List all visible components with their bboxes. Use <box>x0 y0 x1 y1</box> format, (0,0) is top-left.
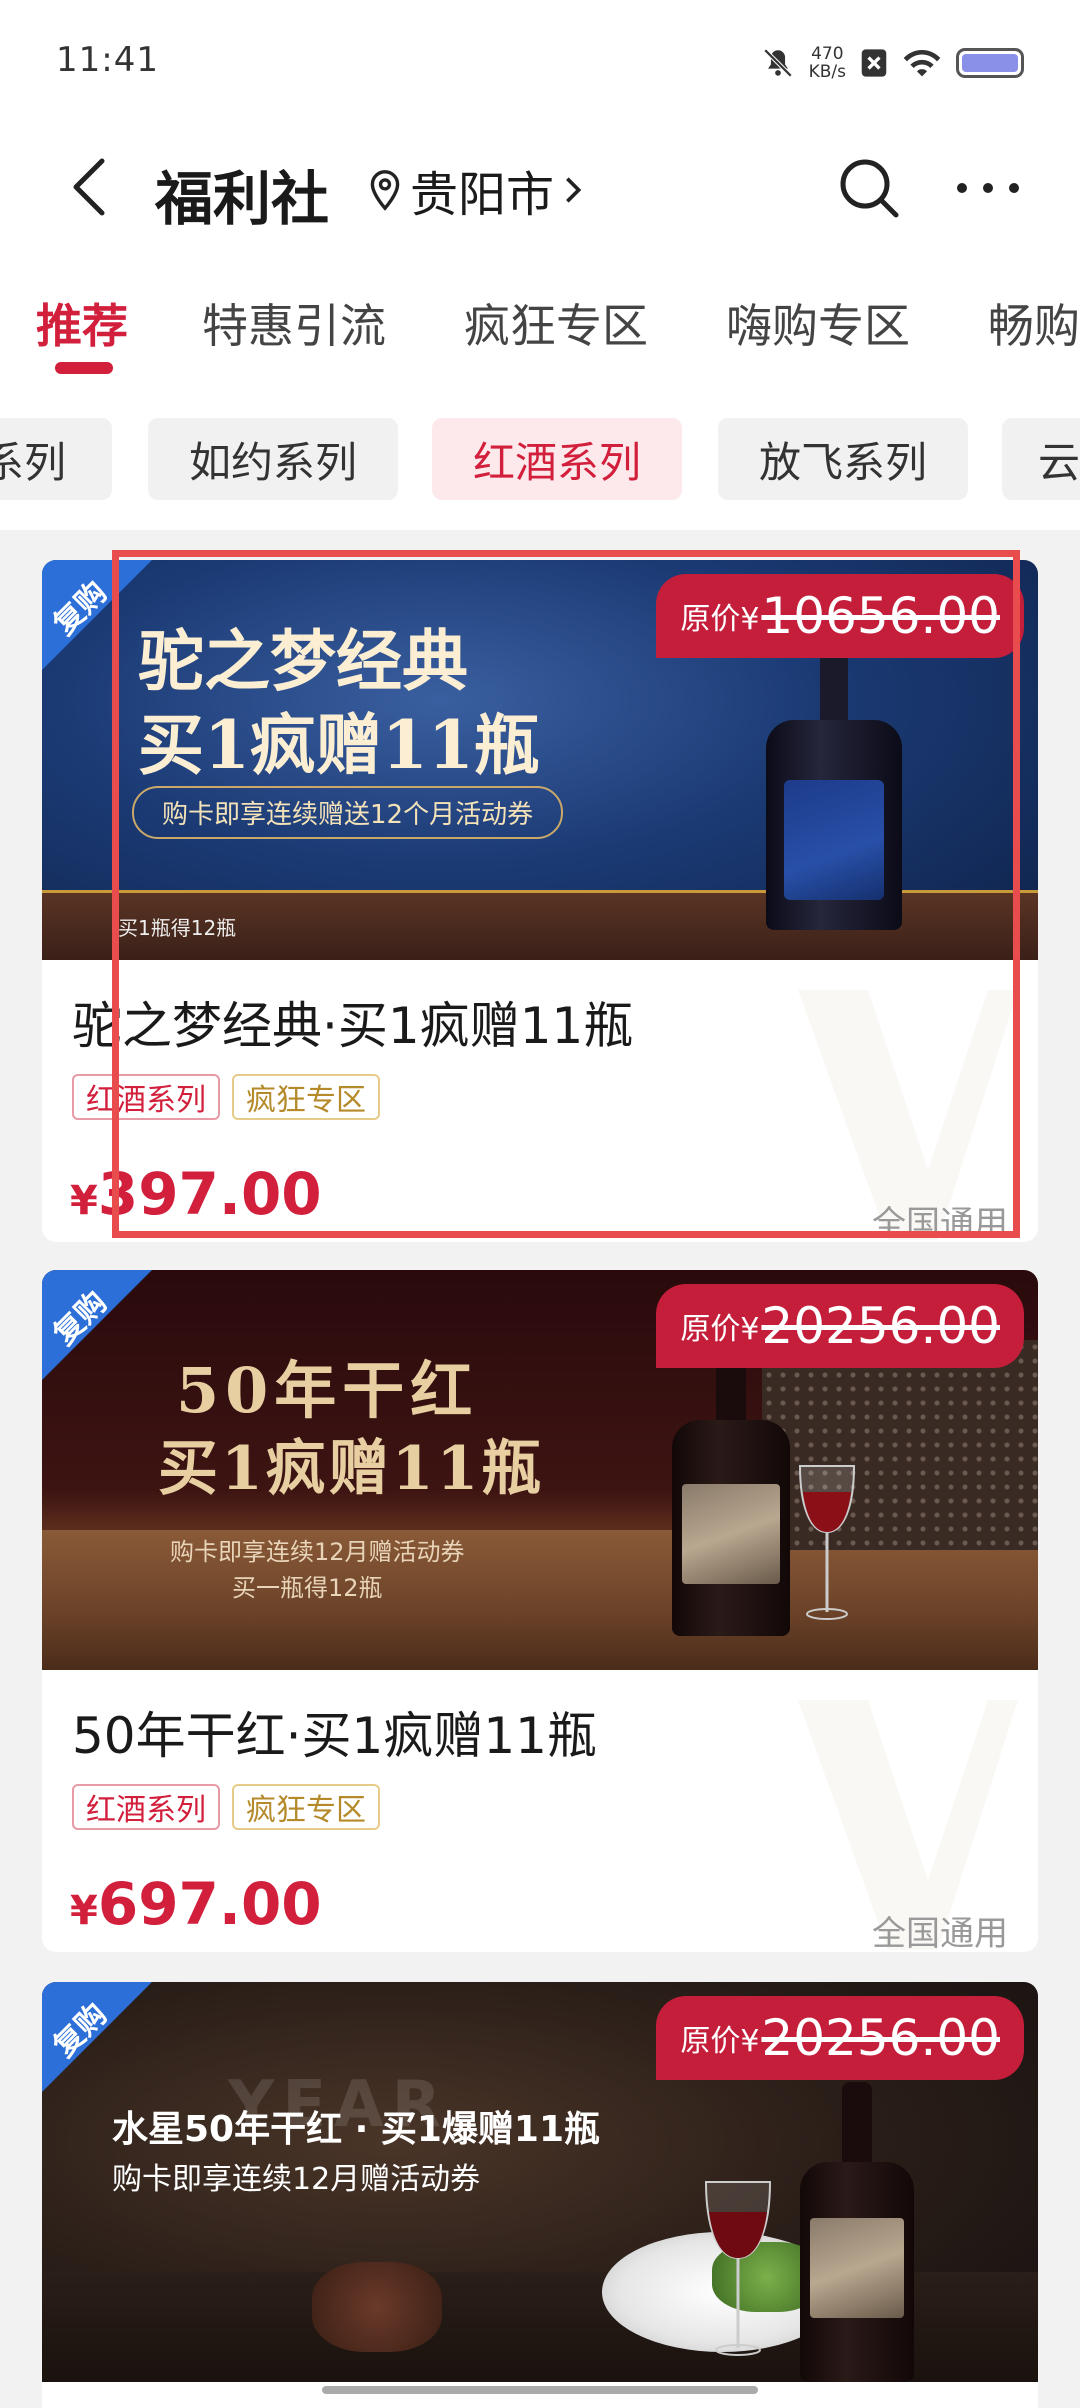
banner-small-note: 买1瓶得12瓶 <box>118 916 237 940</box>
price-value: 397.00 <box>97 1160 322 1228</box>
currency-symbol: ¥ <box>70 1888 98 1934</box>
original-price-label: 原价¥ <box>680 1312 760 1347</box>
banner-headline: 50年干红 <box>176 1354 479 1427</box>
category-tabs: 推荐 特惠引流 疯狂专区 嗨购专区 畅购 <box>0 290 1080 380</box>
wine-bottle <box>672 1420 790 1636</box>
wine-bottle <box>766 720 902 930</box>
original-price-badge: 原价¥ 10656.00 <box>656 574 1024 658</box>
availability-scope: 全国通用 <box>872 1914 1008 1952</box>
tag-crazy-zone: 疯狂专区 <box>232 1074 380 1120</box>
tab-recommend[interactable]: 推荐 <box>36 290 128 356</box>
banner-subheadline: 购卡即享连续12月赠活动券 <box>112 2162 481 2197</box>
tag-red-wine: 红酒系列 <box>72 1074 220 1120</box>
battery-icon <box>956 48 1024 78</box>
tab-crazy-zone[interactable]: 疯狂专区 <box>464 290 648 356</box>
banner-note-1: 购卡即享连续12月赠活动券 <box>170 1538 465 1566</box>
tag-row: 红酒系列 疯狂专区 <box>72 1784 380 1830</box>
product-banner: YEAR 水星50年干红 · 买1爆赠11瓶 购卡即享连续12月赠活动券 复购 … <box>42 1982 1038 2382</box>
product-card[interactable]: YEAR 水星50年干红 · 买1爆赠11瓶 购卡即享连续12月赠活动券 复购 … <box>42 1982 1038 2408</box>
back-arrow-icon[interactable] <box>62 155 116 219</box>
wine-bottle <box>800 2162 914 2382</box>
net-speed-unit: KB/s <box>808 62 846 82</box>
original-price-label: 原价¥ <box>680 2024 760 2059</box>
banner-subheadline: 买1疯赠11瓶 <box>158 1434 545 1504</box>
banner-promo-pill: 购卡即享连续赠送12个月活动券 <box>132 786 564 839</box>
sim-off-icon <box>861 49 887 77</box>
banner-subheadline: 买1疯赠11瓶 <box>138 706 540 784</box>
product-title: 50年干红·买1疯赠11瓶 <box>72 1707 597 1765</box>
status-time: 11:41 <box>56 40 159 80</box>
wine-bottle-neck <box>842 2082 872 2172</box>
mute-bell-icon <box>763 48 792 78</box>
wine-glass-icon <box>798 1465 856 1620</box>
banner-headline: 驼之梦经典 <box>138 622 468 700</box>
location-selector[interactable]: 贵阳市 <box>368 160 584 223</box>
search-icon[interactable] <box>836 155 902 221</box>
wifi-icon <box>903 49 941 77</box>
original-price: 10656.00 <box>761 587 1000 645</box>
home-indicator[interactable] <box>322 2386 758 2394</box>
steak <box>312 2262 442 2352</box>
original-price-badge: 原价¥ 20256.00 <box>656 1996 1024 2080</box>
product-price: ¥397.00 <box>70 1160 322 1228</box>
chip-fangfei[interactable]: 放飞系列 <box>718 418 968 500</box>
product-title: 驼之梦经典·买1疯赠11瓶 <box>72 997 634 1055</box>
net-speed: 470 KB/s <box>809 45 846 81</box>
series-chips: 系列 如约系列 红酒系列 放飞系列 云 <box>0 418 1080 504</box>
original-price-badge: 原价¥ 20256.00 <box>656 1284 1024 1368</box>
banner-headline: 水星50年干红 · 买1爆赠11瓶 <box>112 2109 600 2150</box>
page-title: 福利社 <box>155 165 330 233</box>
tag-red-wine: 红酒系列 <box>72 1784 220 1830</box>
price-value: 697.00 <box>97 1870 322 1938</box>
location-text: 贵阳市 <box>410 167 555 223</box>
product-card[interactable]: 驼之梦经典 买1疯赠11瓶 购卡即享连续赠送12个月活动券 买1瓶得12瓶 复购… <box>42 560 1038 1242</box>
product-price: ¥697.00 <box>70 1870 322 1938</box>
net-speed-value: 470 <box>811 44 844 64</box>
chip-series[interactable]: 系列 <box>0 418 112 500</box>
tab-happy-shop[interactable]: 嗨购专区 <box>726 290 910 356</box>
currency-symbol: ¥ <box>70 1178 98 1224</box>
availability-scope: 全国通用 <box>872 1204 1008 1242</box>
banner-note-2: 买一瓶得12瓶 <box>232 1574 383 1602</box>
product-banner: 50年干红 买1疯赠11瓶 购卡即享连续12月赠活动券 买一瓶得12瓶 复购 原… <box>42 1270 1038 1670</box>
chip-red-wine[interactable]: 红酒系列 <box>432 418 682 500</box>
product-card[interactable]: 50年干红 买1疯赠11瓶 购卡即享连续12月赠活动券 买一瓶得12瓶 复购 原… <box>42 1270 1038 1952</box>
tag-crazy-zone: 疯狂专区 <box>232 1784 380 1830</box>
tab-active-indicator <box>55 362 113 374</box>
chevron-right-icon <box>566 177 582 203</box>
product-banner: 驼之梦经典 买1疯赠11瓶 购卡即享连续赠送12个月活动券 买1瓶得12瓶 复购… <box>42 560 1038 960</box>
original-price: 20256.00 <box>761 1297 1000 1355</box>
wine-bottle-neck <box>820 650 848 730</box>
tab-more[interactable]: 畅购 <box>988 290 1080 356</box>
tab-special-offer[interactable]: 特惠引流 <box>202 290 386 356</box>
tag-row: 红酒系列 疯狂专区 <box>72 1074 380 1120</box>
wine-glass-icon <box>704 2181 772 2356</box>
original-price: 20256.00 <box>761 2009 1000 2067</box>
original-price-label: 原价¥ <box>680 602 760 637</box>
status-icons: 470 KB/s <box>761 38 1024 88</box>
more-icon[interactable] <box>952 168 1024 208</box>
chip-ruyue[interactable]: 如约系列 <box>148 418 398 500</box>
chip-yun[interactable]: 云 <box>1002 418 1080 500</box>
location-pin-icon <box>370 170 400 211</box>
